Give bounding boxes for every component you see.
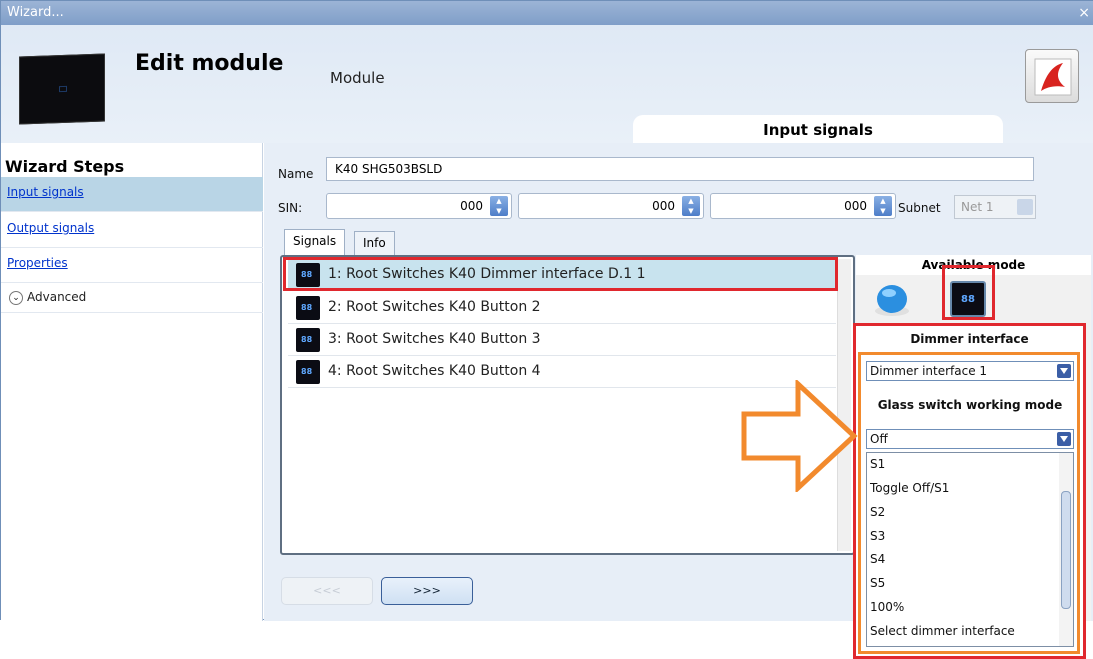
dimmer-interface-value: Dimmer interface 1 — [870, 364, 988, 378]
subnet-label: Subnet — [898, 201, 941, 215]
signal-icon-label: 88 — [301, 335, 313, 344]
pdf-button[interactable] — [1025, 49, 1079, 103]
sin-field-3[interactable]: 000 ▲ ▼ — [710, 193, 896, 219]
tab-info[interactable]: Info — [354, 231, 395, 256]
sin-field-2[interactable]: 000 ▲ ▼ — [518, 193, 704, 219]
sin-value-2: 000 — [652, 199, 675, 213]
arrow-right-icon — [741, 380, 858, 492]
spinner-icon[interactable]: ▲ ▼ — [682, 196, 700, 216]
name-label: Name — [278, 167, 314, 181]
dimmer-interface-title: Dimmer interface — [910, 332, 1029, 346]
wizard-steps-title: Wizard Steps — [5, 157, 125, 176]
chevron-down-icon — [1057, 364, 1071, 378]
advanced-label: Advanced — [27, 290, 87, 304]
sidebar-item-properties[interactable]: Properties — [1, 248, 263, 283]
signal-icon: 88 — [296, 360, 320, 384]
subnet-select[interactable]: Net 1 — [954, 195, 1036, 219]
dropdown-option[interactable]: 100% — [870, 600, 904, 614]
glass-switch-mode-select[interactable]: Off — [866, 429, 1074, 449]
sin-value-1: 000 — [460, 199, 483, 213]
dropdown-option[interactable]: S2 — [870, 505, 885, 519]
highlight-mode-icon — [942, 265, 995, 320]
glass-switch-mode-title: Glass switch working mode — [877, 398, 1063, 412]
tab-signals[interactable]: Signals — [284, 229, 346, 257]
module-label: Module — [330, 69, 385, 87]
signal-label: 3: Root Switches K40 Button 3 — [328, 331, 541, 347]
signal-label: 4: Root Switches K40 Button 4 — [328, 363, 541, 379]
sin-field-1[interactable]: 000 ▲ ▼ — [326, 193, 512, 219]
dropdown-option[interactable]: S1 — [870, 457, 885, 471]
button-mode-icon[interactable] — [874, 283, 910, 317]
subnet-value: Net 1 — [961, 200, 994, 214]
page-title: Edit module — [135, 51, 284, 76]
glass-switch-mode-dropdown: S1 Toggle Off/S1 S2 S3 S4 S5 100% Select… — [866, 452, 1074, 647]
sidebar-item-input-signals[interactable]: Input signals — [1, 177, 263, 212]
signal-label: 2: Root Switches K40 Button 2 — [328, 299, 541, 315]
advanced-toggle[interactable]: ⌄ Advanced — [1, 283, 263, 313]
section-tab-input-signals: Input signals — [633, 115, 1003, 143]
list-item[interactable]: 88 2: Root Switches K40 Button 2 — [288, 292, 836, 324]
sin-value-3: 000 — [844, 199, 867, 213]
name-field[interactable]: K40 SHG503BSLD — [326, 157, 1034, 181]
spinner-icon[interactable]: ▲ ▼ — [490, 196, 508, 216]
dimmer-interface-select[interactable]: Dimmer interface 1 — [866, 361, 1074, 381]
chevron-down-icon — [1057, 432, 1071, 446]
window-title: Wizard... — [7, 5, 64, 20]
chevron-down-icon: ⌄ — [9, 290, 23, 305]
pdf-icon — [1034, 58, 1072, 96]
title-bar: Wizard... × — [1, 1, 1093, 25]
dropdown-option[interactable]: S3 — [870, 529, 885, 543]
dropdown-option[interactable]: Select dimmer interface — [870, 624, 1015, 638]
sidebar: Wizard Steps Input signals Output signal… — [1, 143, 263, 621]
scrollbar-thumb[interactable] — [1061, 491, 1071, 609]
module-thumbnail — [19, 53, 105, 125]
sidebar-item-output-signals[interactable]: Output signals — [1, 213, 263, 248]
next-button[interactable]: >>> — [381, 577, 473, 605]
list-item[interactable]: 88 3: Root Switches K40 Button 3 — [288, 324, 836, 356]
close-icon[interactable]: × — [1078, 1, 1090, 25]
dropdown-option[interactable]: S4 — [870, 552, 885, 566]
signal-icon: 88 — [296, 296, 320, 320]
glass-switch-mode-value: Off — [870, 432, 888, 446]
signal-icon-label: 88 — [301, 367, 313, 376]
dropdown-option[interactable]: S5 — [870, 576, 885, 590]
spinner-icon[interactable]: ▲ ▼ — [874, 196, 892, 216]
signal-icon: 88 — [296, 328, 320, 352]
sin-label: SIN: — [278, 201, 303, 215]
dropdown-option[interactable]: Toggle Off/S1 — [870, 481, 949, 495]
dropdown-scrollbar[interactable] — [1059, 453, 1073, 646]
highlight-selected-signal — [283, 257, 838, 291]
signal-icon-label: 88 — [301, 303, 313, 312]
chevron-down-icon — [1017, 199, 1033, 215]
prev-button[interactable]: <<< — [281, 577, 373, 605]
header: Edit module Module Input signals — [1, 25, 1093, 143]
